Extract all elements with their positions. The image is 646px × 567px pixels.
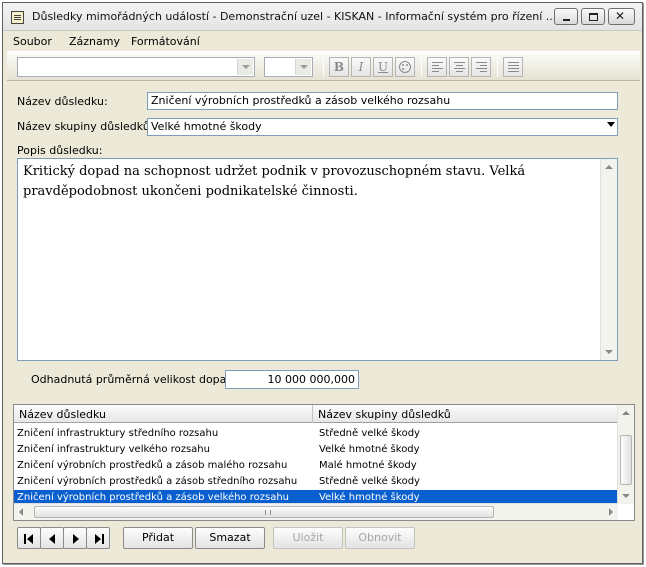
scroll-up-icon[interactable] [605,165,613,169]
bold-button[interactable]: B [329,57,349,77]
title-bar[interactable]: Důsledky mimořádných událostí - Demonstr… [3,3,642,31]
align-left-button[interactable] [427,57,447,77]
toolbar-separator [421,57,422,77]
estimate-label: Odhadnutá průměrná velikost dopadu: [31,373,245,386]
minimize-button[interactable] [554,8,578,25]
toolbar-separator [323,57,324,77]
group-select[interactable]: Velké hmotné škody [147,118,618,136]
consequences-grid: Název důsledku Název skupiny důsledků Zn… [13,404,635,521]
add-button[interactable]: Přidat [123,527,193,549]
bullet-list-button[interactable] [503,57,523,77]
description-text: Kritický dopad na schopnost udržet podni… [23,164,526,199]
minimize-icon [563,19,570,21]
app-icon [11,11,24,24]
align-center-button[interactable] [449,57,469,77]
table-row[interactable]: Zničení výrobních prostředků a zásob mal… [14,458,618,474]
scroll-down-icon[interactable] [605,350,613,354]
menu-soubor[interactable]: Soubor [13,35,52,48]
column-header-name[interactable]: Název důsledku [14,405,313,423]
detail-form: Název důsledku: Zničení výrobních prostř… [7,83,640,401]
table-row[interactable]: Zničení infrastruktury středního rozsahu… [14,426,618,442]
name-input[interactable]: Zničení výrobních prostředků a zásob vel… [147,92,618,110]
row-name-cell: Zničení výrobních prostředků a zásob stř… [17,476,298,487]
close-button[interactable]: ✕ [608,8,635,25]
menu-formatovani[interactable]: Formátování [131,35,200,48]
scroll-thumb[interactable] [620,435,632,485]
maximize-icon [589,13,598,21]
row-name-cell: Zničení výrobních prostředků a zásob mal… [17,460,288,471]
last-icon-arrow [95,534,101,544]
description-scrollbar[interactable] [600,159,617,360]
delete-button[interactable]: Smazat [195,527,265,549]
font-size-select[interactable] [264,57,313,77]
previous-icon [49,534,55,544]
palette-icon [399,61,411,73]
name-label: Název důsledku: [17,95,108,108]
maximize-button[interactable] [581,8,605,25]
row-name-cell: Zničení infrastruktury středního rozsahu [17,428,219,439]
grid-vertical-scrollbar[interactable] [617,405,634,504]
refresh-button[interactable]: Obnovit [345,527,415,549]
first-icon [24,534,26,544]
column-header-group[interactable]: Název skupiny důsledků [313,405,618,423]
toolbar-separator [497,57,498,77]
row-group-cell: Středně velké škody [319,476,420,487]
row-group-cell: Velké hmotné škody [319,444,420,455]
previous-record-button[interactable] [40,527,64,549]
table-row[interactable]: Zničení infrastruktury velkého rozsahu V… [14,442,618,458]
row-group-cell: Malé hmotné škody [319,460,417,471]
group-value: Velké hmotné škody [151,120,262,133]
scroll-left-icon[interactable] [19,508,23,516]
align-right-button[interactable] [471,57,491,77]
bullet-list-icon [508,62,519,73]
scroll-up-icon[interactable] [622,411,630,415]
align-right-icon [476,62,487,73]
grip-icon [265,510,271,515]
font-name-select[interactable] [17,57,255,77]
align-center-icon [454,62,465,73]
grid-horizontal-scrollbar[interactable] [14,503,618,520]
last-record-button[interactable] [86,527,110,549]
color-palette-button[interactable] [395,57,415,77]
menu-zaznamy[interactable]: Záznamy [69,35,120,48]
group-label: Název skupiny důsledků: [17,120,154,133]
table-row[interactable]: Zničení výrobních prostředků a zásob stř… [14,474,618,490]
save-button[interactable]: Uložit [273,527,343,549]
chevron-down-icon[interactable] [607,122,615,127]
grid-header: Název důsledku Název skupiny důsledků [14,405,618,423]
first-icon-arrow [27,534,33,544]
italic-button[interactable]: I [351,57,371,77]
close-icon: ✕ [615,9,626,23]
description-label: Popis důsledku: [17,144,103,157]
scroll-right-icon[interactable] [609,508,613,516]
underline-button[interactable]: U [373,57,393,77]
next-record-button[interactable] [63,527,87,549]
chevron-down-icon[interactable] [295,59,311,75]
first-record-button[interactable] [17,527,41,549]
estimate-input[interactable]: 10 000 000,000 [225,370,359,389]
next-icon [73,534,79,544]
scroll-down-icon[interactable] [622,494,630,498]
window-title: Důsledky mimořádných událostí - Demonstr… [32,10,557,23]
record-navigation-bar: Přidat Smazat Uložit Obnovit [7,523,640,561]
description-textarea[interactable]: Kritický dopad na schopnost udržet podni… [17,158,618,361]
row-name-cell: Zničení infrastruktury velkého rozsahu [17,444,210,455]
app-window: Důsledky mimořádných událostí - Demonstr… [2,2,643,564]
scroll-thumb[interactable] [34,506,494,518]
row-group-cell: Středně velké škody [319,428,420,439]
chevron-down-icon[interactable] [237,59,253,75]
last-icon [102,534,104,544]
formatting-toolbar: B I U [7,51,640,81]
menu-bar: Soubor Záznamy Formátování [3,31,642,51]
align-left-icon [432,62,443,73]
